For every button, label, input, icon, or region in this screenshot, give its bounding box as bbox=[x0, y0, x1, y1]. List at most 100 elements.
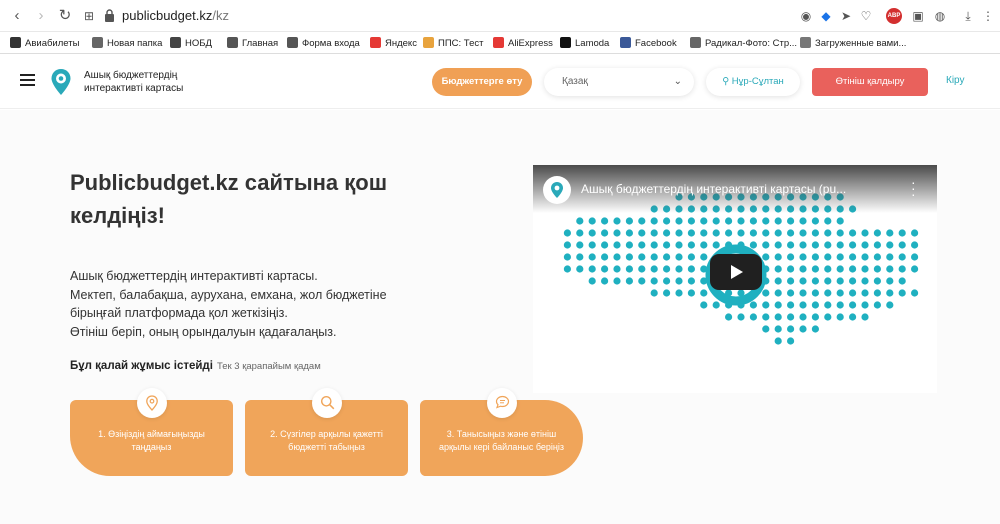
video-title[interactable]: Ашық бюджеттердің интерактивті картасы (… bbox=[581, 182, 846, 196]
map-dot bbox=[774, 265, 782, 273]
map-dot bbox=[811, 313, 819, 321]
step-card-1[interactable]: 1. Өзіңіздің аймағыңызды таңдаңыз bbox=[70, 388, 233, 476]
map-dot bbox=[625, 241, 633, 249]
download-icon[interactable]: ⤓ bbox=[960, 8, 976, 24]
map-dot bbox=[799, 217, 807, 225]
map-dot bbox=[836, 229, 844, 237]
bookmark-item[interactable]: ППС: Тест bbox=[423, 37, 483, 49]
search-icon bbox=[311, 388, 342, 418]
map-dot bbox=[811, 289, 819, 297]
map-dot bbox=[811, 217, 819, 225]
site-header: Ашық бюджеттердің интерактивті картасы Б… bbox=[0, 55, 1000, 109]
bookmark-label: Lamoda bbox=[575, 38, 610, 49]
submit-application-button[interactable]: Өтініш қалдыру bbox=[812, 68, 928, 96]
camera-icon[interactable]: ◉ bbox=[798, 8, 814, 24]
bookmark-item[interactable]: Facebook bbox=[620, 37, 677, 49]
map-dot bbox=[576, 265, 584, 273]
bookmark-favicon-icon bbox=[620, 37, 631, 48]
apps-grid-icon[interactable]: ⊞ bbox=[80, 7, 98, 25]
bookmark-item[interactable]: Lamoda bbox=[560, 37, 609, 49]
map-dot bbox=[650, 289, 658, 297]
map-dot bbox=[886, 241, 894, 249]
bookmark-item[interactable]: Загруженные вами... bbox=[800, 37, 906, 49]
bookmark-label: Новая папка bbox=[107, 38, 163, 49]
bookmark-favicon-icon bbox=[92, 37, 103, 48]
bookmark-label: Загруженные вами... bbox=[815, 38, 907, 49]
map-dot bbox=[774, 217, 782, 225]
map-dot bbox=[613, 277, 621, 285]
video-more-icon[interactable]: · · · bbox=[911, 175, 916, 201]
heart-icon[interactable]: ♡ bbox=[858, 8, 874, 24]
reload-icon[interactable]: ↻ bbox=[56, 7, 74, 25]
language-select[interactable]: Қазақ ⌄ bbox=[544, 68, 694, 96]
map-dot bbox=[774, 301, 782, 309]
map-dot bbox=[911, 253, 919, 261]
bookmark-label: AliExpress bbox=[508, 38, 553, 49]
shield-check-icon[interactable]: ◆ bbox=[818, 8, 834, 24]
map-dot bbox=[638, 253, 646, 261]
map-dot bbox=[601, 241, 609, 249]
map-dot bbox=[650, 217, 658, 225]
map-dot bbox=[849, 241, 857, 249]
hamburger-menu-icon[interactable] bbox=[20, 74, 35, 86]
map-dot bbox=[650, 229, 658, 237]
back-arrow-icon[interactable]: ‹ bbox=[8, 7, 26, 25]
bookmark-item[interactable]: AliExpress bbox=[493, 37, 553, 49]
globe-icon[interactable]: ◍ bbox=[932, 8, 948, 24]
bookmark-item[interactable]: Яндекс bbox=[370, 37, 417, 49]
map-dot bbox=[712, 229, 720, 237]
bookmark-item[interactable]: НОБД bbox=[170, 37, 212, 49]
map-dot bbox=[737, 217, 745, 225]
go-to-budgets-button[interactable]: Бюджеттерге өту bbox=[432, 68, 532, 96]
map-dot bbox=[625, 217, 633, 225]
city-selector[interactable]: ⚲ Нұр-Сұлтан bbox=[706, 68, 800, 96]
youtube-video-embed[interactable]: Ашық бюджеттердің интерактивті картасы (… bbox=[533, 165, 937, 393]
map-dot bbox=[663, 265, 671, 273]
bookmark-item[interactable]: Форма входа bbox=[287, 37, 360, 49]
map-dot bbox=[873, 253, 881, 261]
login-link[interactable]: Кіру bbox=[946, 75, 965, 86]
map-dot bbox=[663, 253, 671, 261]
map-dot bbox=[700, 253, 708, 261]
bookmark-item[interactable]: Радикал-Фото: Стр... bbox=[690, 37, 797, 49]
map-dot bbox=[675, 217, 683, 225]
map-dot bbox=[799, 229, 807, 237]
bookmark-favicon-icon bbox=[800, 37, 811, 48]
map-dot bbox=[601, 253, 609, 261]
step-card-2[interactable]: 2. Сүзгілер арқылы қажетті бюджетті табы… bbox=[245, 388, 408, 476]
send-icon[interactable]: ➤ bbox=[838, 8, 854, 24]
play-button-icon[interactable] bbox=[710, 254, 762, 290]
map-dot bbox=[886, 301, 894, 309]
forward-arrow-icon[interactable]: › bbox=[32, 7, 50, 25]
bookmark-item[interactable]: Авиабилеты bbox=[10, 37, 79, 49]
adblock-icon[interactable]: ABP bbox=[886, 8, 902, 24]
map-dot bbox=[861, 265, 869, 273]
map-dot bbox=[861, 289, 869, 297]
map-dot bbox=[799, 313, 807, 321]
url-host: publicbudget.kz bbox=[122, 8, 213, 23]
bookmark-item[interactable]: Новая папка bbox=[92, 37, 162, 49]
menu-dots-icon[interactable]: ⋮ bbox=[980, 8, 996, 24]
step-card-3[interactable]: 3. Танысыңыз және өтініш арқылы кері бай… bbox=[420, 388, 583, 476]
extension-badge-icon[interactable]: ▣ bbox=[910, 8, 926, 24]
city-name: Нұр-Сұлтан bbox=[731, 76, 784, 87]
brand-name[interactable]: Ашық бюджеттердің интерактивті картасы bbox=[84, 69, 214, 95]
map-dot bbox=[873, 277, 881, 285]
bookmark-favicon-icon bbox=[370, 37, 381, 48]
map-dot bbox=[787, 265, 795, 273]
map-dot bbox=[774, 325, 782, 333]
map-dot bbox=[811, 265, 819, 273]
map-dot bbox=[762, 229, 770, 237]
logo-pin-icon[interactable] bbox=[50, 68, 72, 96]
address-bar[interactable]: publicbudget.kz/kz bbox=[122, 8, 229, 23]
map-dot bbox=[687, 229, 695, 237]
url-path: /kz bbox=[212, 8, 229, 23]
map-dot bbox=[576, 253, 584, 261]
map-dot bbox=[886, 289, 894, 297]
channel-logo-icon[interactable] bbox=[543, 176, 571, 204]
map-dot bbox=[886, 253, 894, 261]
map-dot bbox=[737, 229, 745, 237]
map-dot bbox=[787, 337, 795, 345]
bookmark-item[interactable]: Главная bbox=[227, 37, 278, 49]
map-dot bbox=[774, 277, 782, 285]
